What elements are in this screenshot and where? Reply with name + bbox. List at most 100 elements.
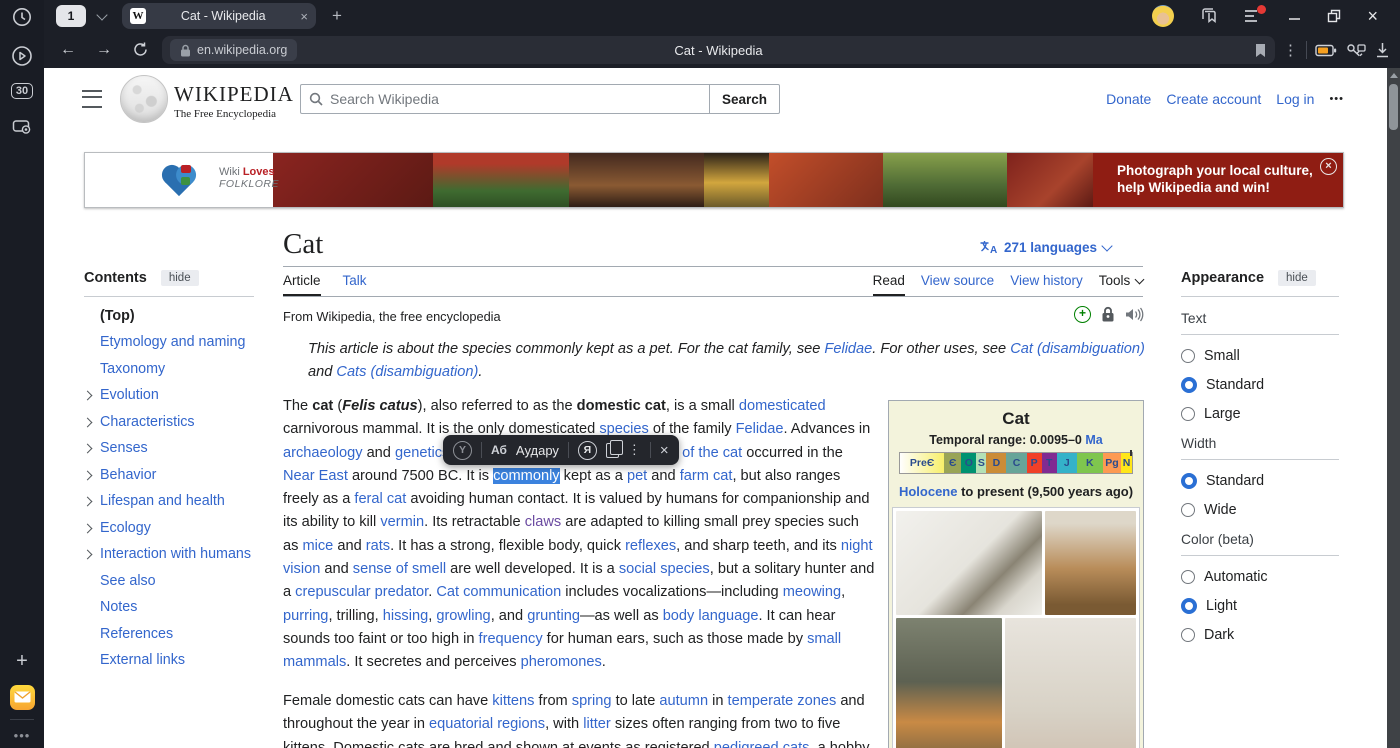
radio-option-wide[interactable]: Wide <box>1181 502 1339 518</box>
banner-close-icon[interactable]: × <box>1320 158 1337 175</box>
scrollbar-up-arrow[interactable] <box>1390 73 1398 78</box>
radio-option-dark[interactable]: Dark <box>1181 627 1339 643</box>
tab-talk[interactable]: Talk <box>343 273 367 296</box>
history-clock-icon[interactable] <box>0 4 44 30</box>
window-close-button[interactable]: × <box>1367 6 1378 27</box>
tab-view-history[interactable]: View history <box>1010 273 1083 288</box>
radio-option-standard-width[interactable]: Standard <box>1181 473 1339 489</box>
timeline-segment[interactable]: PreЄ <box>900 453 944 473</box>
toc-hide-button[interactable]: hide <box>161 270 199 286</box>
radio-option-light[interactable]: Light <box>1181 598 1339 614</box>
radio-icon[interactable] <box>1181 407 1195 421</box>
toc-item[interactable]: Interaction with humans <box>84 547 254 562</box>
radio-option-standard-text[interactable]: Standard <box>1181 377 1339 393</box>
toc-item[interactable]: See also <box>84 574 254 589</box>
page-actions-kebab-icon[interactable]: ⋮ <box>1283 41 1298 59</box>
popup-kebab-icon[interactable]: ⋮ <box>628 442 641 458</box>
screen-capture-icon[interactable] <box>0 114 44 140</box>
radio-option-large[interactable]: Large <box>1181 406 1339 422</box>
profile-avatar[interactable] <box>1152 5 1174 27</box>
wikipedia-globe-logo[interactable] <box>120 75 168 123</box>
toc-item[interactable]: Ecology <box>84 521 254 536</box>
holocene-link[interactable]: Holocene <box>899 484 958 499</box>
translate-icon[interactable]: Аб <box>491 443 507 457</box>
workspace-button[interactable]: 1 <box>56 5 86 27</box>
toc-item[interactable]: Behavior <box>84 468 254 483</box>
back-button[interactable]: ← <box>54 41 82 59</box>
radio-icon[interactable] <box>1181 473 1197 489</box>
toc-item-top[interactable]: (Top) <box>84 309 254 324</box>
new-pinned-tab-plus-icon[interactable]: + <box>0 648 44 674</box>
radio-icon[interactable] <box>1181 598 1197 614</box>
rail-more-icon[interactable]: ••• <box>0 726 44 744</box>
toc-item[interactable]: Evolution <box>84 388 254 403</box>
login-link[interactable]: Log in <box>1276 91 1314 107</box>
download-icon[interactable] <box>1375 42 1390 58</box>
timeline-segment[interactable]: D <box>986 453 1006 473</box>
tab-stack-icon[interactable] <box>1200 7 1218 25</box>
timeline-segment[interactable]: K <box>1077 453 1103 473</box>
toc-item[interactable]: Etymology and naming <box>84 335 254 350</box>
radio-option-automatic[interactable]: Automatic <box>1181 569 1339 585</box>
timeline-segment[interactable]: Pg <box>1103 453 1121 473</box>
create-account-link[interactable]: Create account <box>1166 91 1261 107</box>
toc-chevron-icon[interactable] <box>83 470 93 480</box>
radio-icon[interactable] <box>1181 349 1195 363</box>
scrollbar-thumb[interactable] <box>1389 84 1398 130</box>
campaign-banner[interactable]: Wiki Loves FOLKLORE Photograph your loca… <box>84 152 1344 208</box>
popup-close-icon[interactable]: × <box>660 442 669 459</box>
tab-tools[interactable]: Tools <box>1099 273 1143 288</box>
yandex-browser-icon[interactable]: Y <box>453 441 472 460</box>
toc-chevron-icon[interactable] <box>83 391 93 401</box>
restore-button[interactable] <box>1327 9 1341 23</box>
minimize-button[interactable] <box>1288 10 1301 23</box>
toc-chevron-icon[interactable] <box>83 444 93 454</box>
yandex-search-icon[interactable]: Я <box>578 441 597 460</box>
toc-item[interactable]: Senses <box>84 441 254 456</box>
tab-read[interactable]: Read <box>873 273 905 296</box>
main-menu-icon[interactable] <box>82 90 102 108</box>
timeline-segment[interactable]: Є <box>944 453 961 473</box>
toc-chevron-icon[interactable] <box>83 417 93 427</box>
ma-link[interactable]: Ma <box>1085 433 1102 447</box>
timeline-segment[interactable]: N <box>1121 453 1132 473</box>
copy-icon[interactable] <box>606 443 619 458</box>
play-pinned-tab-icon[interactable] <box>0 44 44 68</box>
timeline-segment[interactable]: J <box>1057 453 1077 473</box>
toc-chevron-icon[interactable] <box>83 497 93 507</box>
page-scrollbar[interactable] <box>1387 68 1400 748</box>
banner-message-panel[interactable]: Photograph your local culture, help Wiki… <box>1093 153 1343 207</box>
user-menu-dots-icon[interactable]: ••• <box>1329 93 1344 105</box>
keys-extension-icon[interactable] <box>1345 42 1367 58</box>
appearance-hide-button[interactable]: hide <box>1278 270 1316 286</box>
toc-item[interactable]: Lifespan and health <box>84 494 254 509</box>
donate-link[interactable]: Donate <box>1106 91 1151 107</box>
site-identity-chip[interactable]: en.wikipedia.org <box>170 39 297 61</box>
tab-view-source[interactable]: View source <box>921 273 994 288</box>
toc-chevron-icon[interactable] <box>83 523 93 533</box>
address-bar[interactable]: en.wikipedia.org Cat - Wikipedia <box>162 36 1275 64</box>
battery-extension-icon[interactable] <box>1315 44 1337 57</box>
good-article-plus-icon[interactable]: + <box>1074 306 1091 323</box>
toc-item[interactable]: Notes <box>84 600 254 615</box>
cat-photo-siamese[interactable] <box>1005 618 1136 748</box>
translate-button[interactable]: Аудару <box>516 443 559 458</box>
new-tab-button[interactable]: + <box>326 5 348 27</box>
toc-item[interactable]: Taxonomy <box>84 362 254 377</box>
toc-item[interactable]: External links <box>84 653 254 668</box>
timeline-segment[interactable]: C <box>1006 453 1026 473</box>
toc-item[interactable]: References <box>84 627 254 642</box>
radio-icon[interactable] <box>1181 570 1195 584</box>
radio-icon[interactable] <box>1181 503 1195 517</box>
timeline-segment[interactable]: O <box>961 453 976 473</box>
browser-tab[interactable]: W Cat - Wikipedia × <box>122 3 316 29</box>
toc-chevron-icon[interactable] <box>83 550 93 560</box>
cat-photo-orange-white[interactable] <box>896 618 1002 748</box>
wikipedia-wordmark[interactable]: WIKIPEDIA The Free Encyclopedia <box>174 82 294 120</box>
menu-icon[interactable] <box>1244 9 1262 23</box>
radio-option-small[interactable]: Small <box>1181 348 1339 364</box>
search-input[interactable]: Search Wikipedia <box>300 84 710 114</box>
cat-photo-tabby[interactable] <box>896 511 1042 615</box>
languages-button[interactable]: A 271 languages <box>979 240 1111 255</box>
protection-lock-icon[interactable] <box>1101 306 1115 323</box>
